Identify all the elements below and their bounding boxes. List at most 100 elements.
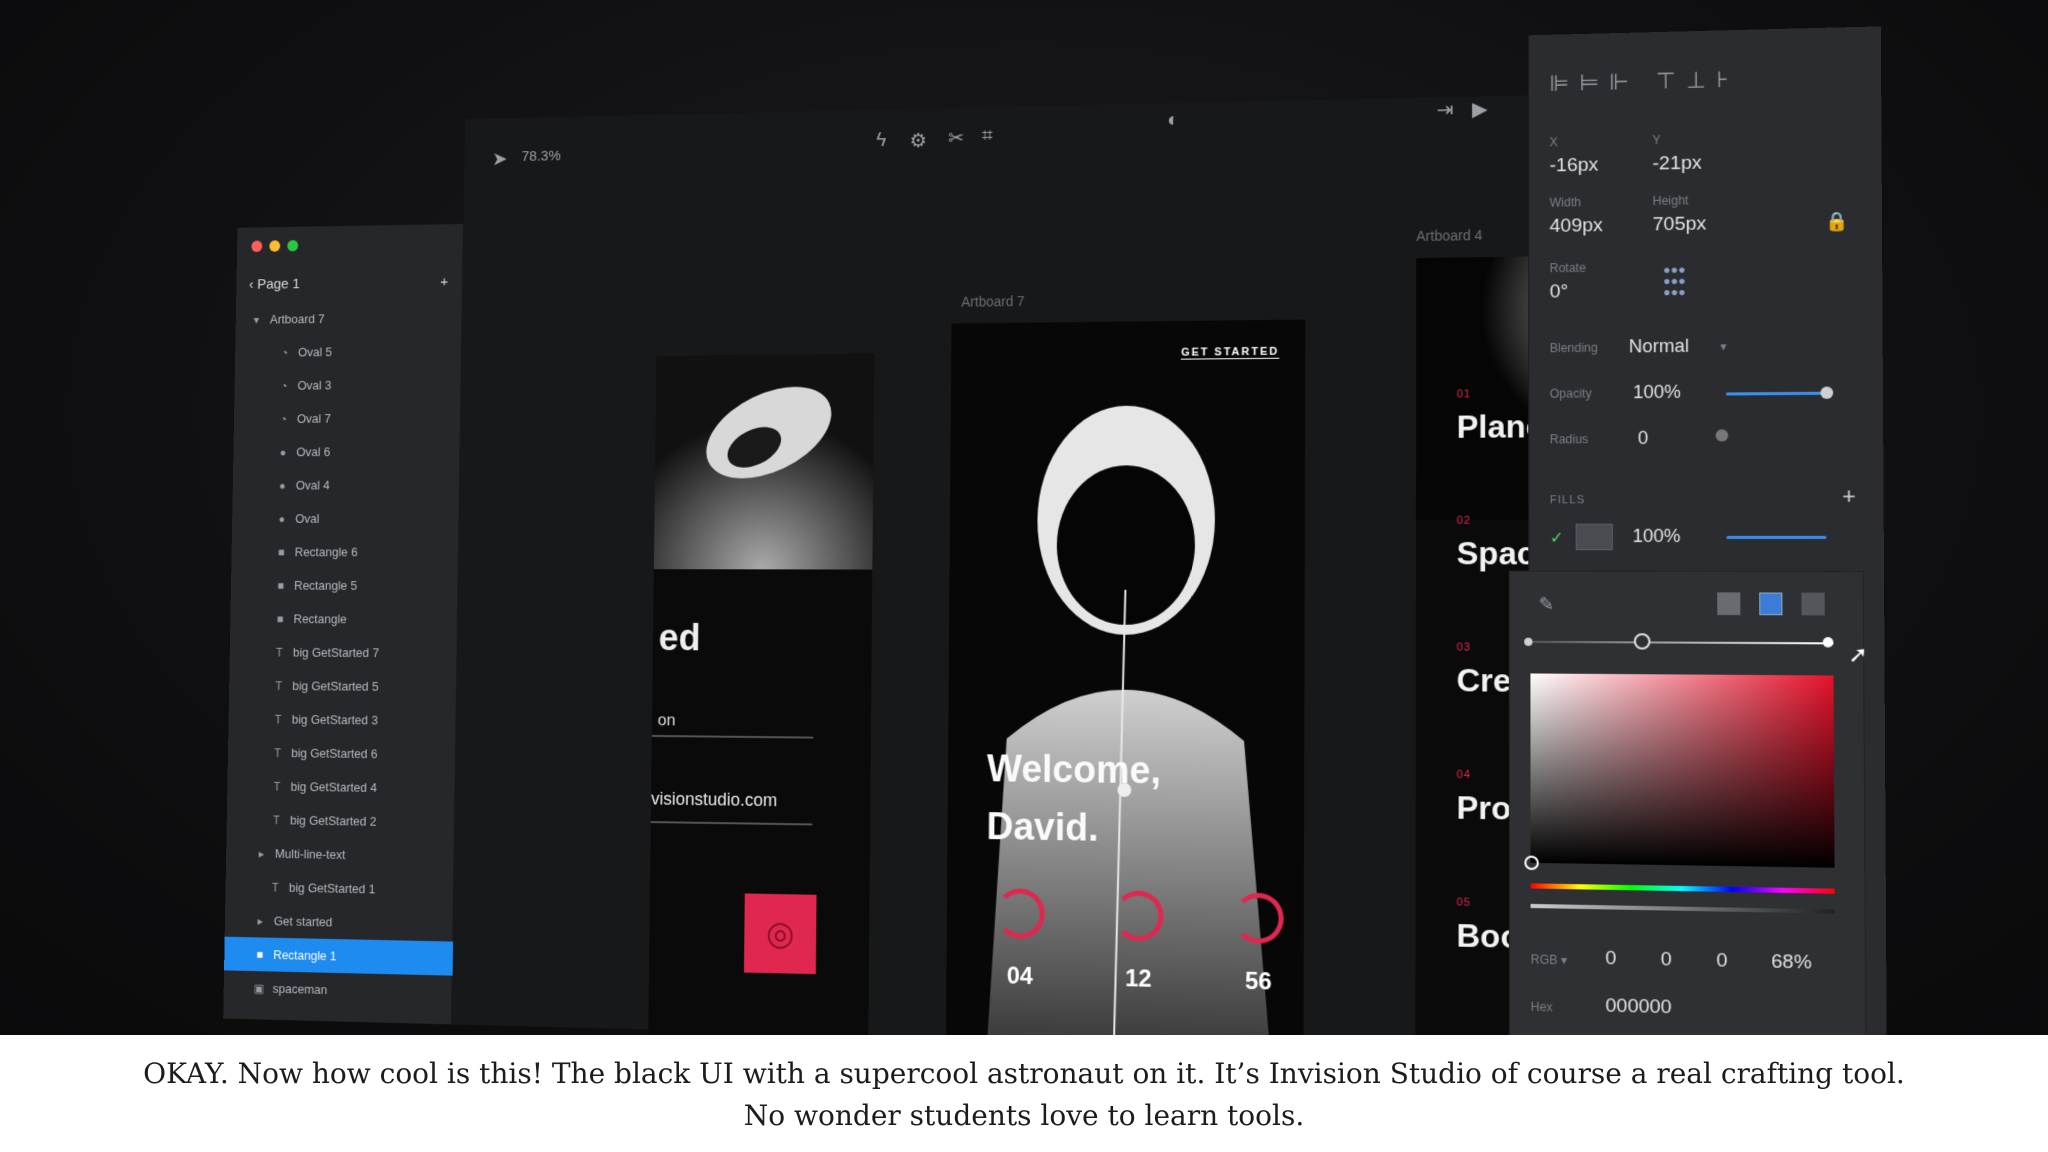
mask-icon[interactable]: ◐ — [1167, 109, 1179, 132]
layer-item[interactable]: Tbig GetStarted 5 — [229, 669, 457, 704]
fill-opacity-value[interactable]: 100% — [1633, 526, 1681, 548]
text-icon: T — [271, 880, 279, 894]
minimize-window-button[interactable] — [269, 240, 281, 252]
image-fill-mode[interactable] — [1801, 592, 1825, 616]
layer-item[interactable]: ■ Rectangle — [230, 602, 458, 637]
layer-item[interactable]: Tbig GetStarted 2 — [226, 802, 455, 839]
opacity-field[interactable]: Opacity 100% — [1550, 382, 1681, 404]
close-window-button[interactable] — [251, 240, 263, 253]
x-field[interactable]: X -16px — [1549, 134, 1598, 177]
hue-slider[interactable] — [1530, 883, 1835, 894]
lock-icon[interactable]: 🔒 — [1825, 211, 1849, 233]
alpha-slider[interactable] — [1530, 903, 1835, 914]
saturation-brightness-area[interactable] — [1530, 673, 1835, 868]
gear-icon[interactable]: ⚙ — [910, 128, 927, 153]
layer-item-label: big GetStarted 4 — [290, 779, 378, 795]
layer-item-label: big GetStarted 7 — [292, 645, 380, 660]
fill-enabled-checkbox[interactable]: ✓ — [1550, 528, 1564, 548]
radius-slider-knob[interactable] — [1715, 429, 1729, 442]
red-value[interactable]: 0 — [1605, 948, 1616, 971]
layer-item[interactable]: Tbig GetStarted 3 — [228, 702, 456, 738]
eyedropper-icon[interactable]: ✎ — [1539, 594, 1555, 615]
layer-item[interactable]: ■ Rectangle 1 — [224, 936, 454, 976]
green-value[interactable]: 0 — [1661, 949, 1672, 972]
rotate-field[interactable]: Rotate 0° — [1550, 261, 1586, 304]
export-icon[interactable]: ⇥ — [1437, 97, 1454, 122]
caption-line-1: OKAY. Now how cool is this! The black UI… — [143, 1057, 1905, 1090]
gradient-stop[interactable] — [1822, 637, 1834, 648]
layer-item[interactable]: ● Oval 4 — [233, 468, 461, 502]
layer-item[interactable]: ● Oval — [232, 502, 460, 536]
y-field[interactable]: Y -21px — [1652, 132, 1701, 175]
pointer-tool-icon[interactable]: ➤ — [492, 147, 508, 171]
play-icon[interactable]: ▶ — [1472, 96, 1488, 121]
blending-field[interactable]: Blending Normal ▾ — [1550, 335, 1727, 358]
layer-item[interactable]: ▸ Get started — [225, 903, 454, 942]
layer-item[interactable]: Tbig GetStarted 6 — [228, 735, 456, 771]
artboard-center[interactable]: GET STARTED Welcome, David. 04 12 56 — [945, 319, 1306, 1035]
welcome-line-2: David. — [986, 806, 1099, 850]
opacity-slider-knob[interactable] — [1820, 386, 1834, 399]
layer-item-label: Oval 6 — [296, 444, 331, 460]
origin-grid-icon[interactable]: ●●● ●●● ●●● — [1663, 262, 1686, 299]
fingerprint-icon: ◎ — [765, 914, 795, 953]
alpha-value[interactable]: 68% — [1771, 951, 1811, 975]
zoom-window-button[interactable] — [287, 239, 299, 252]
lightning-icon[interactable]: ϟ — [876, 129, 886, 152]
layer-item[interactable]: ■ Rectangle 6 — [231, 535, 459, 569]
page-selector[interactable]: ‹ Page 1 — [249, 276, 300, 293]
align-tools-icon[interactable]: ⊫⊨⊩ ⊤⊥⊦ — [1549, 66, 1738, 97]
fingerprint-button[interactable]: ◎ — [743, 893, 817, 975]
caret-down-icon: ▾ — [253, 312, 260, 327]
layer-item-label: big GetStarted 3 — [291, 712, 379, 728]
canvas[interactable]: ➤ 78.3% ϟ ⚙ ✂ ⌗ ◐ ⇥ ▶ ed on visionstudio… — [451, 92, 1749, 1035]
stat-ring-icon — [995, 888, 1045, 940]
layer-item[interactable]: Tbig GetStarted 4 — [227, 769, 455, 806]
stat-ring-icon — [1113, 890, 1164, 942]
square-icon: ■ — [277, 545, 285, 559]
hex-value[interactable]: 000000 — [1605, 995, 1671, 1019]
layer-item[interactable]: Tbig GetStarted 1 — [225, 869, 454, 907]
linear-gradient-mode[interactable] — [1759, 592, 1783, 616]
stat-ring-icon — [1233, 892, 1284, 945]
color-picker-handle[interactable] — [1524, 855, 1539, 871]
add-page-button[interactable]: + — [440, 274, 448, 290]
gradient-stop[interactable] — [1524, 637, 1533, 646]
color-mode-select[interactable]: RGB ▾ — [1531, 952, 1568, 967]
screenshot-stage: ‹ Page 1 + ▾ Artboard 7 ◔ Oval 5 ◔ Oval 3 ◔ Ova… — [0, 0, 2048, 1035]
height-field[interactable]: Height 705px — [1653, 193, 1707, 236]
layer-item[interactable]: ● Oval 6 — [233, 434, 460, 468]
opacity-slider[interactable] — [1725, 391, 1826, 396]
solid-fill-mode[interactable] — [1717, 592, 1741, 616]
artboard-tool-icon[interactable]: ⌗ — [982, 125, 993, 148]
layer-item-label: Oval — [295, 511, 320, 526]
gradient-midpoint-handle[interactable] — [1633, 633, 1651, 650]
add-fill-button[interactable]: + — [1842, 483, 1856, 510]
layer-item[interactable]: ▸ Multi-line-text — [226, 836, 455, 874]
layer-item[interactable]: ▣ spaceman — [223, 970, 452, 1009]
layer-item[interactable]: ◔ Oval 7 — [234, 401, 461, 436]
zoom-level[interactable]: 78.3% — [521, 148, 560, 165]
blue-value[interactable]: 0 — [1716, 950, 1727, 973]
layer-item[interactable]: ◔ Oval 3 — [234, 367, 461, 402]
artboard-left[interactable]: ed on visionstudio.com ◎ — [648, 353, 875, 1035]
stat-item: 56 — [1213, 892, 1304, 997]
layer-item[interactable]: ■ Rectangle 5 — [231, 569, 459, 603]
caption: OKAY. Now how cool is this! The black UI… — [0, 1035, 2048, 1152]
layer-item[interactable]: Tbig GetStarted 7 — [230, 635, 458, 670]
artboard-label: Artboard 4 — [1416, 226, 1483, 245]
fill-color-swatch[interactable] — [1575, 523, 1613, 551]
gradient-stop-track[interactable] — [1530, 640, 1834, 645]
layer-item-label: Rectangle — [293, 611, 347, 627]
width-field[interactable]: Width 409px — [1550, 195, 1603, 238]
get-started-link[interactable]: GET STARTED — [1181, 345, 1280, 360]
fill-opacity-slider[interactable] — [1726, 535, 1827, 539]
scissors-icon[interactable]: ✂ — [948, 126, 964, 151]
invision-studio-window: ‹ Page 1 + ▾ Artboard 7 ◔ Oval 5 ◔ Oval 3 ◔ Ova… — [223, 26, 1887, 1035]
layer-item[interactable]: ▾ Artboard 7 — [236, 300, 463, 336]
circle-icon: ● — [278, 511, 286, 526]
stat-value: 12 — [1124, 964, 1152, 993]
layer-item[interactable]: ◔ Oval 5 — [235, 334, 462, 370]
radius-field[interactable]: Radius 0 — [1550, 428, 1649, 450]
caption-line-2: No wonder students love to learn tools. — [743, 1099, 1305, 1132]
